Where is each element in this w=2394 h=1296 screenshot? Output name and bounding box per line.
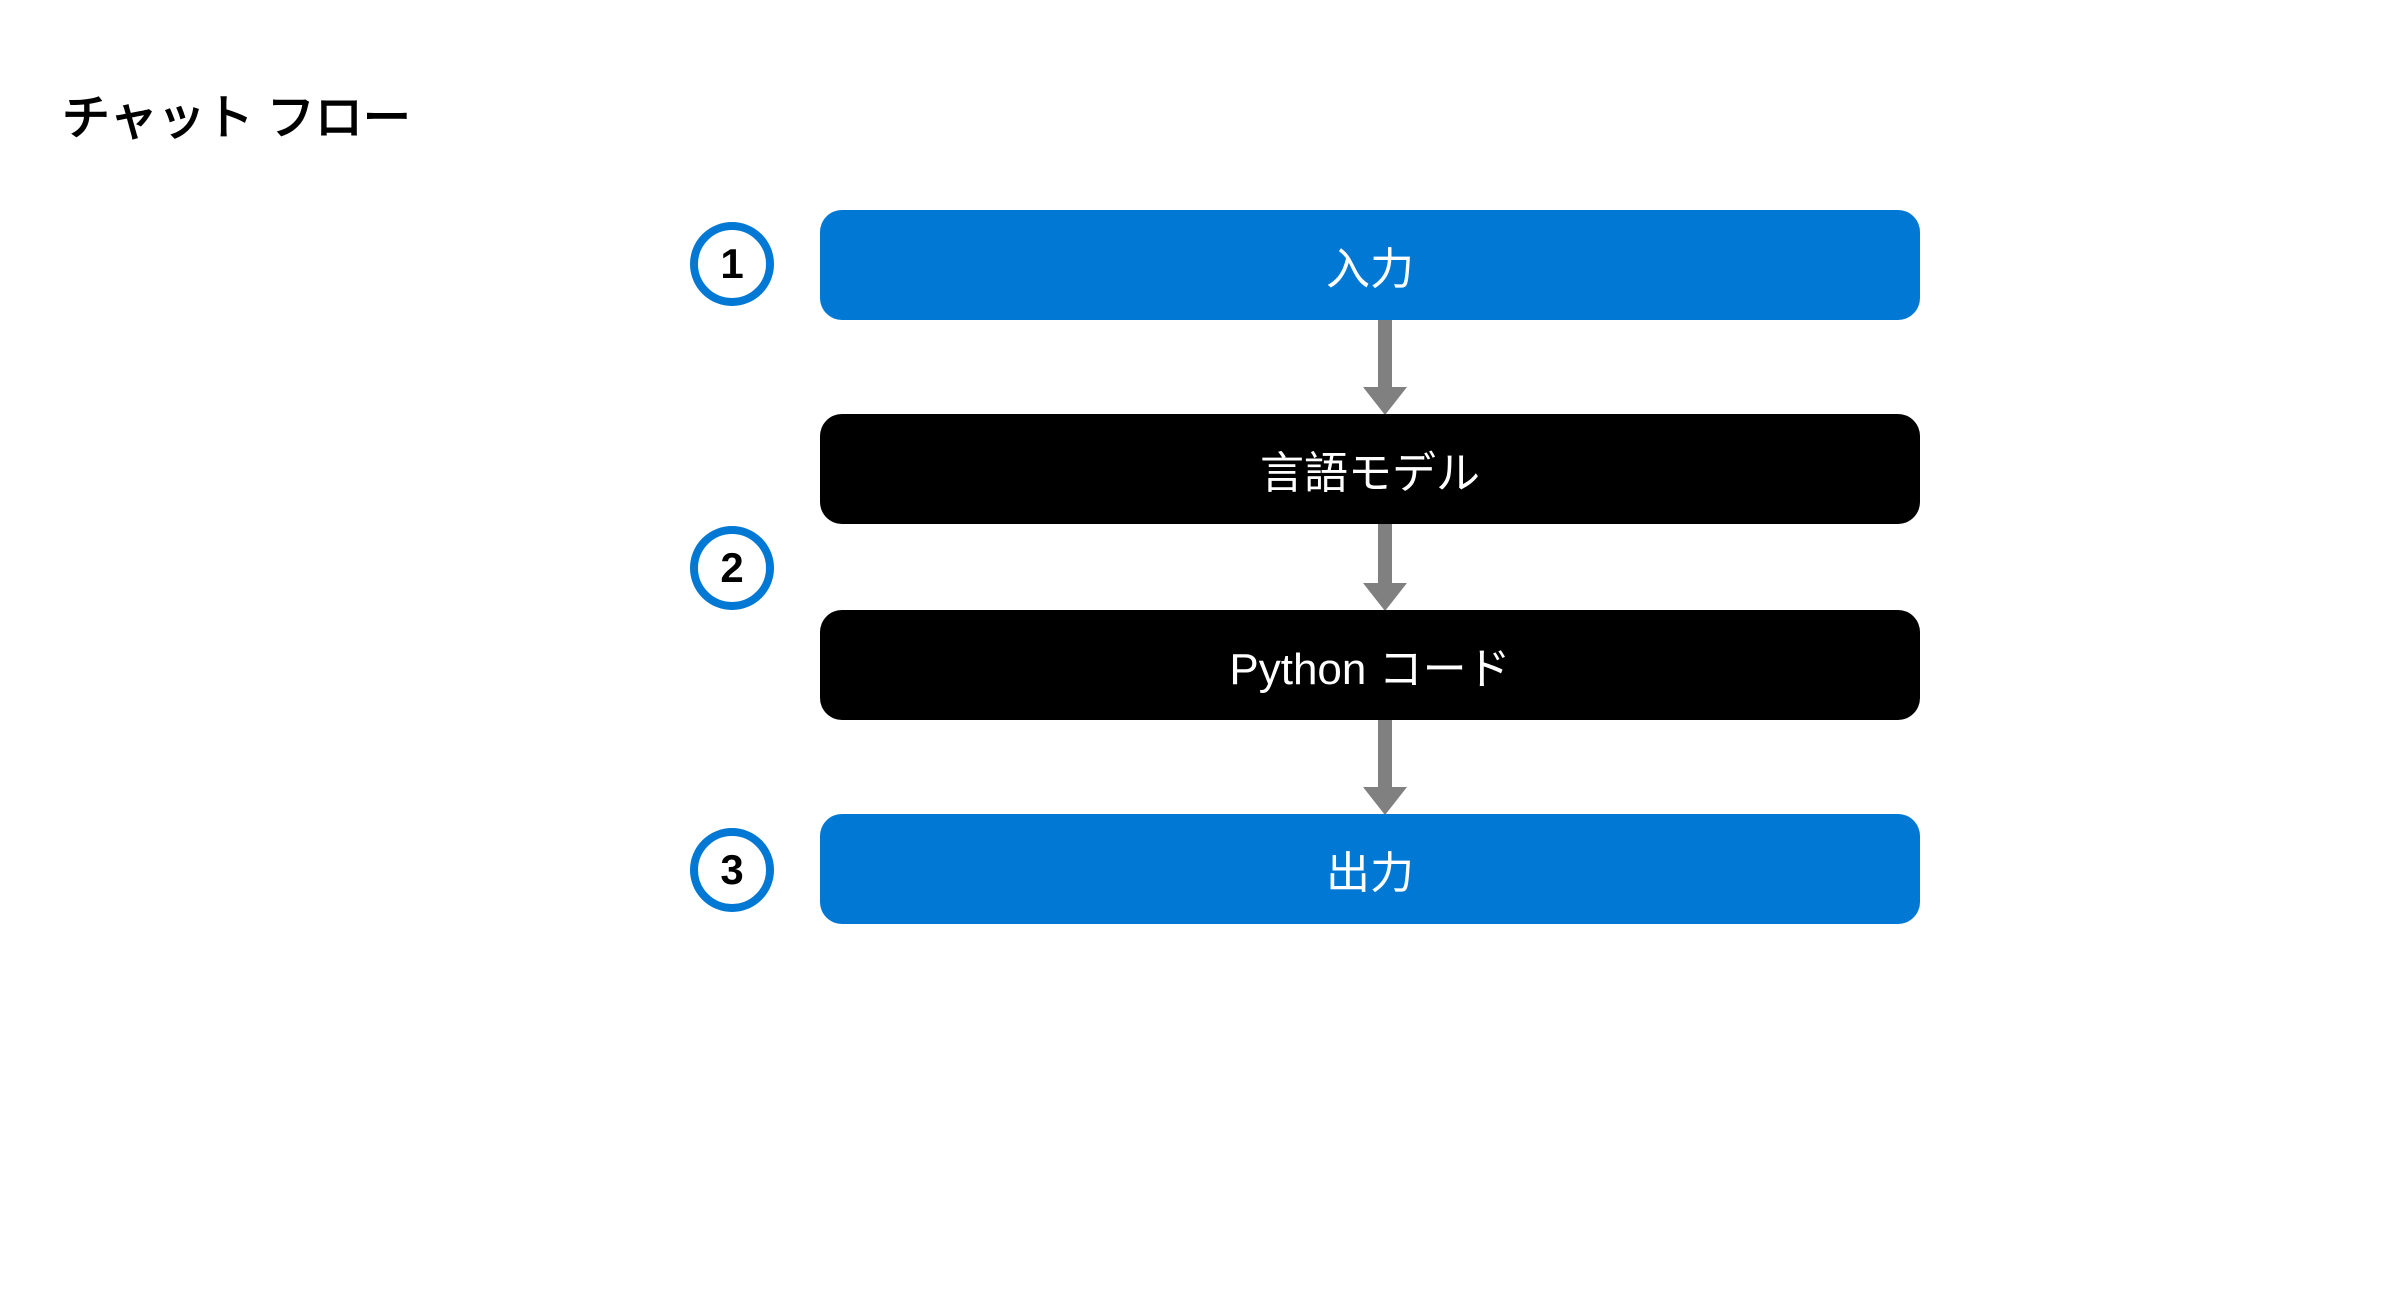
step-badge-2: 2 [690,526,774,610]
arrow-down-icon [1363,524,1407,611]
node-python-code: Python コード [820,610,1920,720]
arrow-down-icon [1363,720,1407,815]
arrow-down-icon [1363,320,1407,415]
step-badge-3: 3 [690,828,774,912]
step-badge-1: 1 [690,222,774,306]
node-output: 出力 [820,814,1920,924]
node-language-model: 言語モデル [820,414,1920,524]
diagram-title: チャット フロー [62,78,411,148]
node-input: 入力 [820,210,1920,320]
